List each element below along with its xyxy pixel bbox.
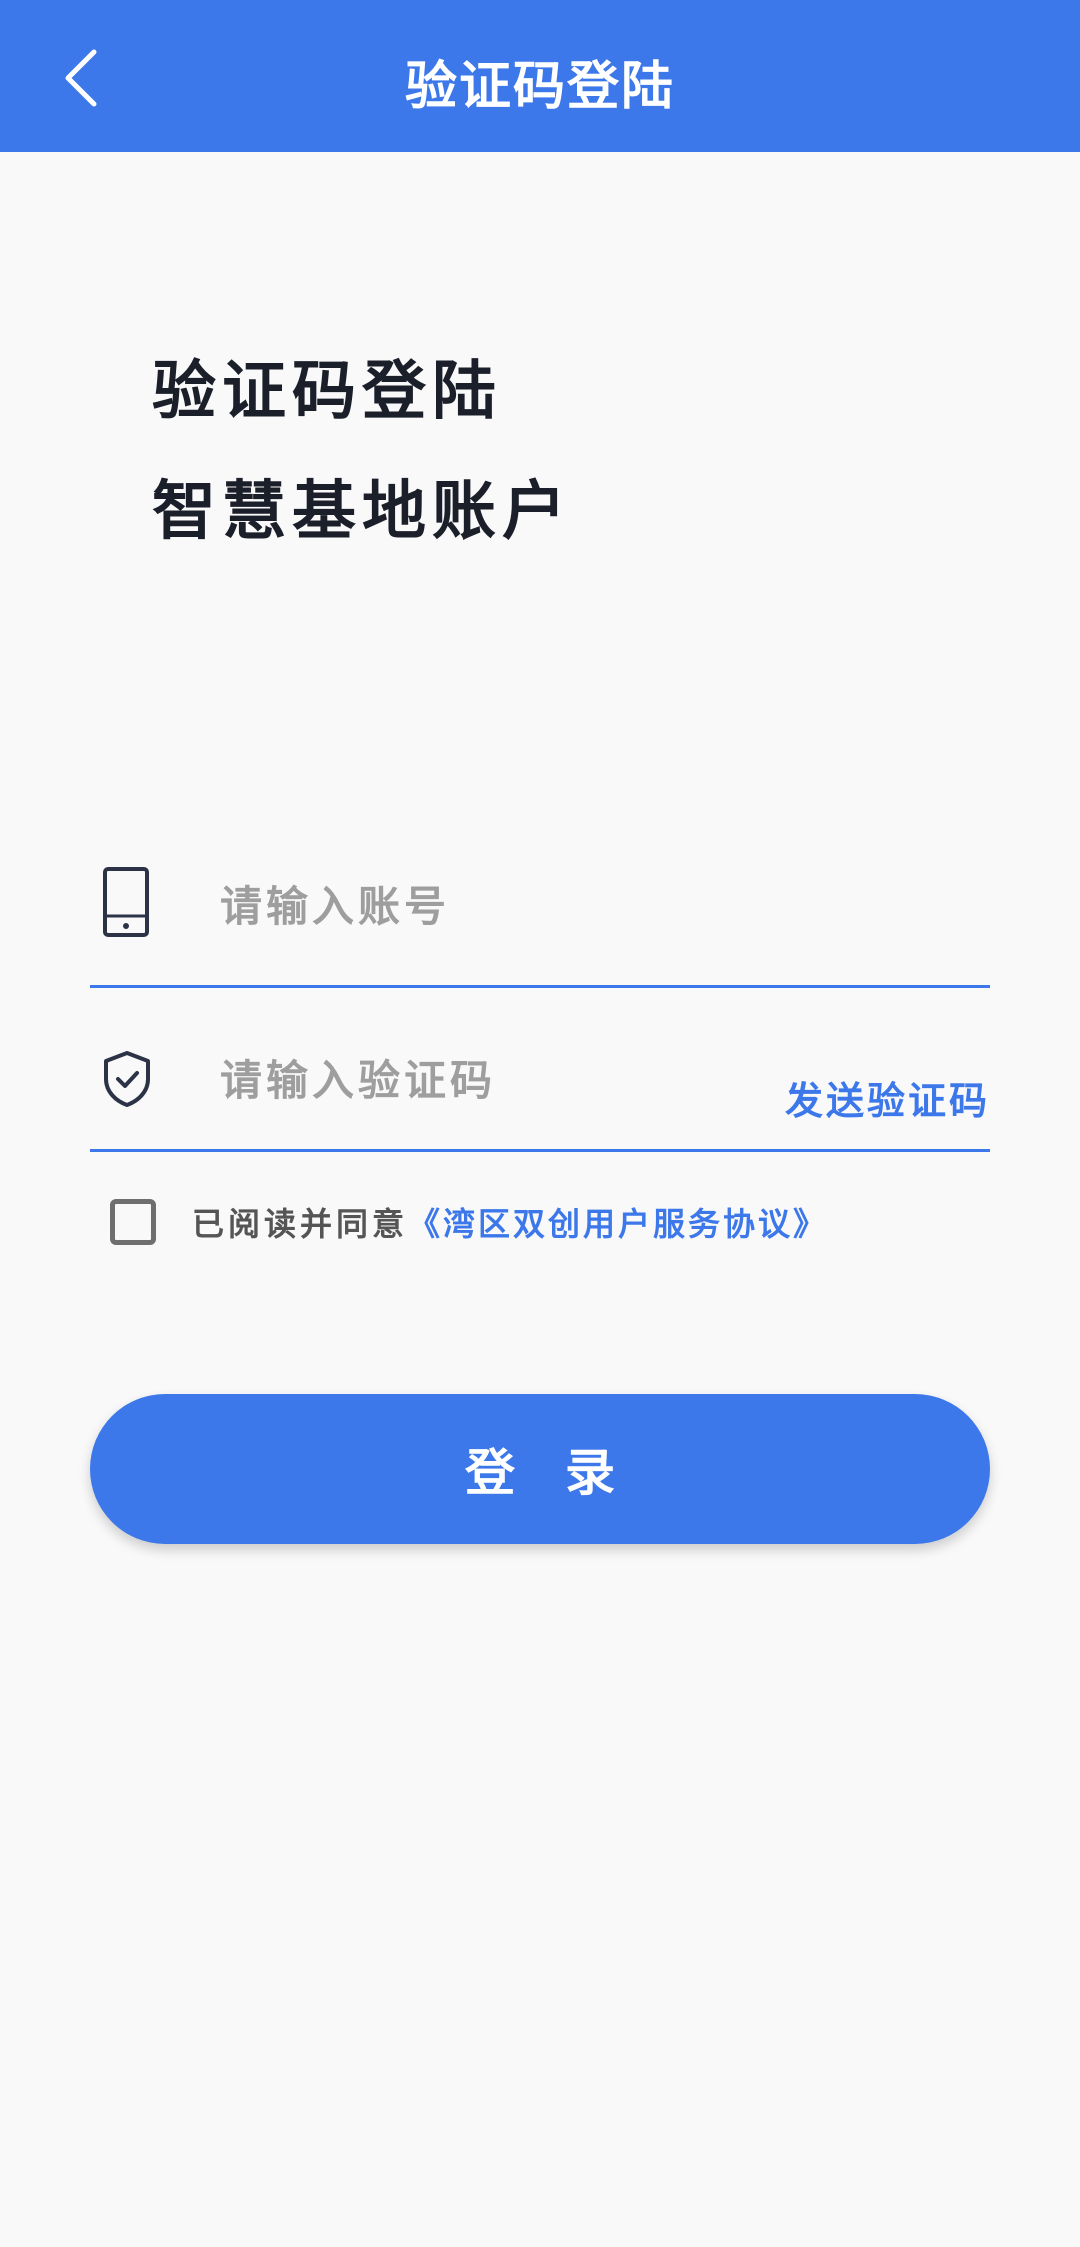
intro-heading: 验证码登陆	[152, 355, 502, 429]
login-button[interactable]: 登 录	[90, 1394, 990, 1544]
shield-check-icon	[102, 1050, 152, 1112]
top-app-bar: 验证码登陆	[0, 0, 1080, 152]
intro-subheading: 智慧基地账户	[152, 475, 572, 549]
account-divider	[90, 985, 990, 988]
code-divider	[90, 1149, 990, 1152]
phone-icon	[102, 866, 150, 942]
agreement-link[interactable]: 《湾区双创用户服务协议》	[408, 1199, 828, 1245]
verification-code-input[interactable]	[220, 1050, 700, 1110]
send-code-button[interactable]: 发送验证码	[785, 1070, 990, 1125]
page-title: 验证码登陆	[404, 57, 675, 117]
agreement-row: 已阅读并同意 《湾区双创用户服务协议》	[110, 1194, 828, 1250]
account-input[interactable]	[220, 876, 960, 936]
agreement-checkbox[interactable]	[110, 1199, 156, 1245]
account-field-row	[90, 848, 990, 988]
agreement-prefix: 已阅读并同意	[192, 1205, 409, 1243]
code-field-row: 发送验证码	[90, 1030, 990, 1152]
